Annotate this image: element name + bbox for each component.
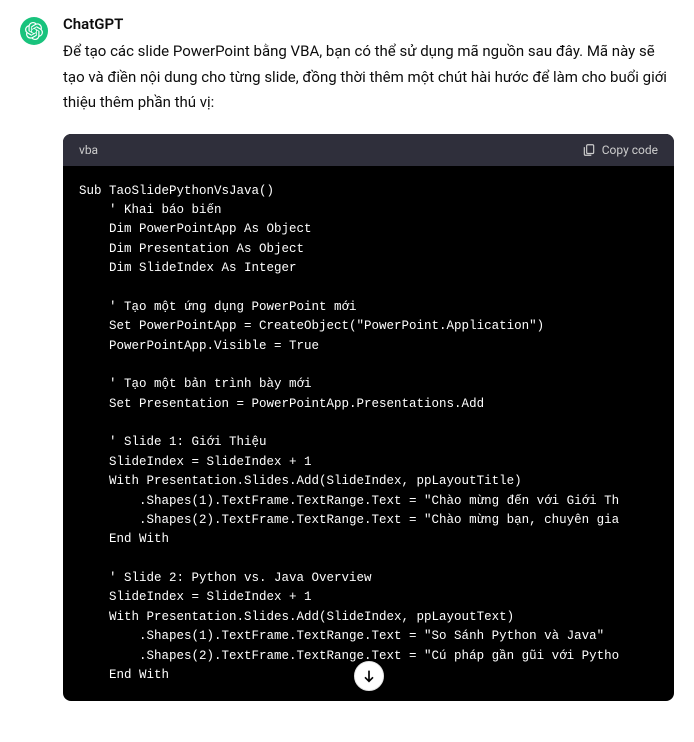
clipboard-icon: [582, 143, 596, 157]
copy-code-label: Copy code: [602, 143, 658, 157]
code-block: vba Copy code Sub TaoSlidePythonVsJava()…: [63, 134, 674, 702]
message-text: Để tạo các slide PowerPoint bằng VBA, bạ…: [63, 39, 674, 116]
scroll-down-button[interactable]: [354, 661, 384, 691]
code-header: vba Copy code: [63, 134, 674, 166]
chatgpt-logo-icon: [25, 22, 43, 40]
arrow-down-icon: [361, 668, 377, 684]
assistant-name: ChatGPT: [63, 15, 674, 33]
copy-code-button[interactable]: Copy code: [582, 143, 658, 157]
assistant-message: ChatGPT Để tạo các slide PowerPoint bằng…: [20, 15, 674, 701]
message-content: ChatGPT Để tạo các slide PowerPoint bằng…: [63, 15, 674, 701]
code-content[interactable]: Sub TaoSlidePythonVsJava() ' Khai báo bi…: [63, 166, 674, 702]
code-language-label: vba: [79, 143, 98, 157]
assistant-avatar: [20, 17, 48, 45]
